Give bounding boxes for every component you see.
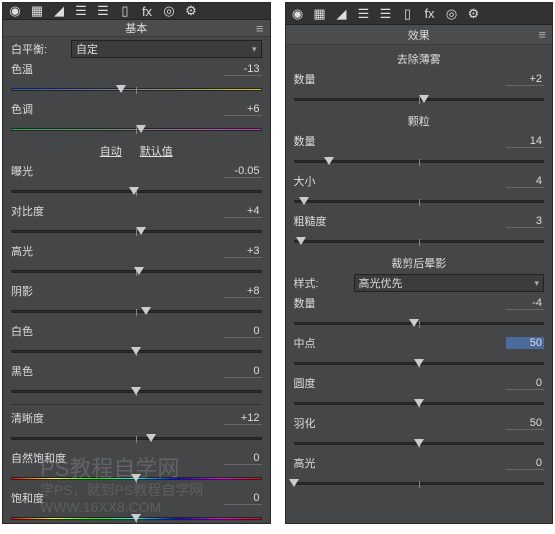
section-dehaze: 去除薄雾 xyxy=(294,47,545,69)
slider-label: 大小 xyxy=(294,173,350,189)
slider-value[interactable]: 0 xyxy=(224,492,262,505)
slider-value[interactable]: 0 xyxy=(506,377,544,390)
basic-panel: ◉ ▦ ◢ ☰ ☰ ▯ fx ◎ ⚙ 基本 ≡ 白平衡: 自定 ▾ 色温 -13 色… xyxy=(2,2,271,524)
slider-value[interactable]: 50 xyxy=(506,417,544,430)
slider-value[interactable]: -13 xyxy=(224,63,262,76)
slider-l7[interactable] xyxy=(11,384,262,398)
default-link[interactable]: 默认值 xyxy=(140,143,173,159)
slider-value[interactable]: -0.05 xyxy=(224,165,262,178)
slider-grain_size[interactable] xyxy=(294,194,545,208)
slider-l2[interactable] xyxy=(11,184,262,198)
slider-label: 数量 xyxy=(294,133,350,149)
slider-label: 曝光 xyxy=(11,163,67,179)
camera-icon[interactable]: ◎ xyxy=(444,6,460,22)
sliders-icon[interactable]: ⚙ xyxy=(466,6,482,22)
slider-label: 高光 xyxy=(294,455,350,471)
slider-l5[interactable] xyxy=(11,304,262,318)
style-select[interactable]: 高光优先 ▾ xyxy=(354,274,545,292)
slider-label: 粗糙度 xyxy=(294,213,350,229)
camera-icon[interactable]: ◎ xyxy=(161,3,177,19)
slider-label: 清晰度 xyxy=(11,410,67,426)
section-vignette: 裁剪后晕影 xyxy=(294,251,545,273)
slider-vig_mid[interactable] xyxy=(294,356,545,370)
slider-value[interactable]: +2 xyxy=(506,73,544,86)
slider-value[interactable]: +4 xyxy=(224,205,262,218)
slider-value[interactable]: 50 xyxy=(506,337,544,349)
panel-title: 基本 xyxy=(125,20,147,36)
section-grain: 颗粒 xyxy=(294,109,545,131)
menu-icon[interactable]: ≡ xyxy=(538,27,546,42)
slider-grain_rough[interactable] xyxy=(294,234,545,248)
slider-l8[interactable] xyxy=(11,431,262,445)
spot-icon[interactable]: ☰ xyxy=(356,6,372,22)
chevron-down-icon: ▾ xyxy=(252,44,257,55)
aperture-icon[interactable]: ◉ xyxy=(290,6,306,22)
wb-select[interactable]: 自定 ▾ xyxy=(71,40,262,58)
straighten-icon[interactable]: ◢ xyxy=(334,6,350,22)
slider-value[interactable]: 0 xyxy=(224,325,262,338)
slider-l4[interactable] xyxy=(11,264,262,278)
slider-value[interactable]: 14 xyxy=(506,135,544,148)
auto-link[interactable]: 自动 xyxy=(100,143,122,159)
slider-l6[interactable] xyxy=(11,344,262,358)
sliders-icon[interactable]: ⚙ xyxy=(183,3,199,19)
style-label: 样式: xyxy=(294,275,350,291)
left-icon-bar: ◉ ▦ ◢ ☰ ☰ ▯ fx ◎ ⚙ xyxy=(3,3,270,20)
slider-l10[interactable] xyxy=(11,511,262,525)
effects-panel: ◉ ▦ ◢ ☰ ☰ ▯ fx ◎ ⚙ 效果 ≡ 去除薄雾 数量 +2 颗粒 数量 1… xyxy=(285,2,554,524)
slider-value[interactable]: -4 xyxy=(506,297,544,310)
slider-label: 对比度 xyxy=(11,203,67,219)
chevron-down-icon: ▾ xyxy=(534,278,539,289)
adjust-icon[interactable]: ▯ xyxy=(117,3,133,19)
redeye-icon[interactable]: ☰ xyxy=(378,6,394,22)
slider-label: 高光 xyxy=(11,243,67,259)
slider-label: 饱和度 xyxy=(11,490,67,506)
slider-l1[interactable] xyxy=(11,122,262,136)
slider-label: 羽化 xyxy=(294,415,350,431)
slider-l9[interactable] xyxy=(11,471,262,485)
slider-label: 黑色 xyxy=(11,363,67,379)
slider-value[interactable]: +3 xyxy=(224,245,262,258)
adjust-icon[interactable]: ▯ xyxy=(400,6,416,22)
slider-grain_amount[interactable] xyxy=(294,154,545,168)
redeye-icon[interactable]: ☰ xyxy=(95,3,111,19)
slider-value[interactable]: +8 xyxy=(224,285,262,298)
fx-icon[interactable]: fx xyxy=(139,4,155,19)
slider-label: 色调 xyxy=(11,101,67,117)
slider-value[interactable]: 4 xyxy=(506,175,544,188)
slider-value[interactable]: +12 xyxy=(224,412,262,425)
style-value: 高光优先 xyxy=(359,275,403,291)
slider-label: 阴影 xyxy=(11,283,67,299)
aperture-icon[interactable]: ◉ xyxy=(7,3,23,19)
slider-l3[interactable] xyxy=(11,224,262,238)
slider-vig_round[interactable] xyxy=(294,396,545,410)
slider-dehaze[interactable] xyxy=(294,92,545,106)
slider-vig_feather[interactable] xyxy=(294,436,545,450)
slider-label: 数量 xyxy=(294,295,350,311)
slider-value[interactable]: 3 xyxy=(506,215,544,228)
straighten-icon[interactable]: ◢ xyxy=(51,3,67,19)
slider-value[interactable]: 0 xyxy=(506,457,544,470)
slider-value[interactable]: 0 xyxy=(224,365,262,378)
slider-vig_amount[interactable] xyxy=(294,316,545,330)
wb-label: 白平衡: xyxy=(11,41,67,57)
slider-vig_highlight[interactable] xyxy=(294,476,545,490)
slider-label: 圆度 xyxy=(294,375,350,391)
right-icon-bar: ◉ ▦ ◢ ☰ ☰ ▯ fx ◎ ⚙ xyxy=(286,3,553,25)
wb-value: 自定 xyxy=(76,41,98,57)
spot-icon[interactable]: ☰ xyxy=(73,3,89,19)
slider-label: 白色 xyxy=(11,323,67,339)
slider-label: 自然饱和度 xyxy=(11,450,67,466)
slider-label: 中点 xyxy=(294,335,350,351)
slider-label: 数量 xyxy=(294,71,350,87)
slider-value[interactable]: 0 xyxy=(224,452,262,465)
crop-icon[interactable]: ▦ xyxy=(29,3,45,19)
slider-label: 色温 xyxy=(11,61,67,77)
menu-icon[interactable]: ≡ xyxy=(256,21,264,36)
slider-l0[interactable] xyxy=(11,82,262,96)
panel-title: 效果 xyxy=(408,27,430,43)
crop-icon[interactable]: ▦ xyxy=(312,6,328,22)
slider-value[interactable]: +6 xyxy=(224,103,262,116)
fx-icon[interactable]: fx xyxy=(422,6,438,21)
